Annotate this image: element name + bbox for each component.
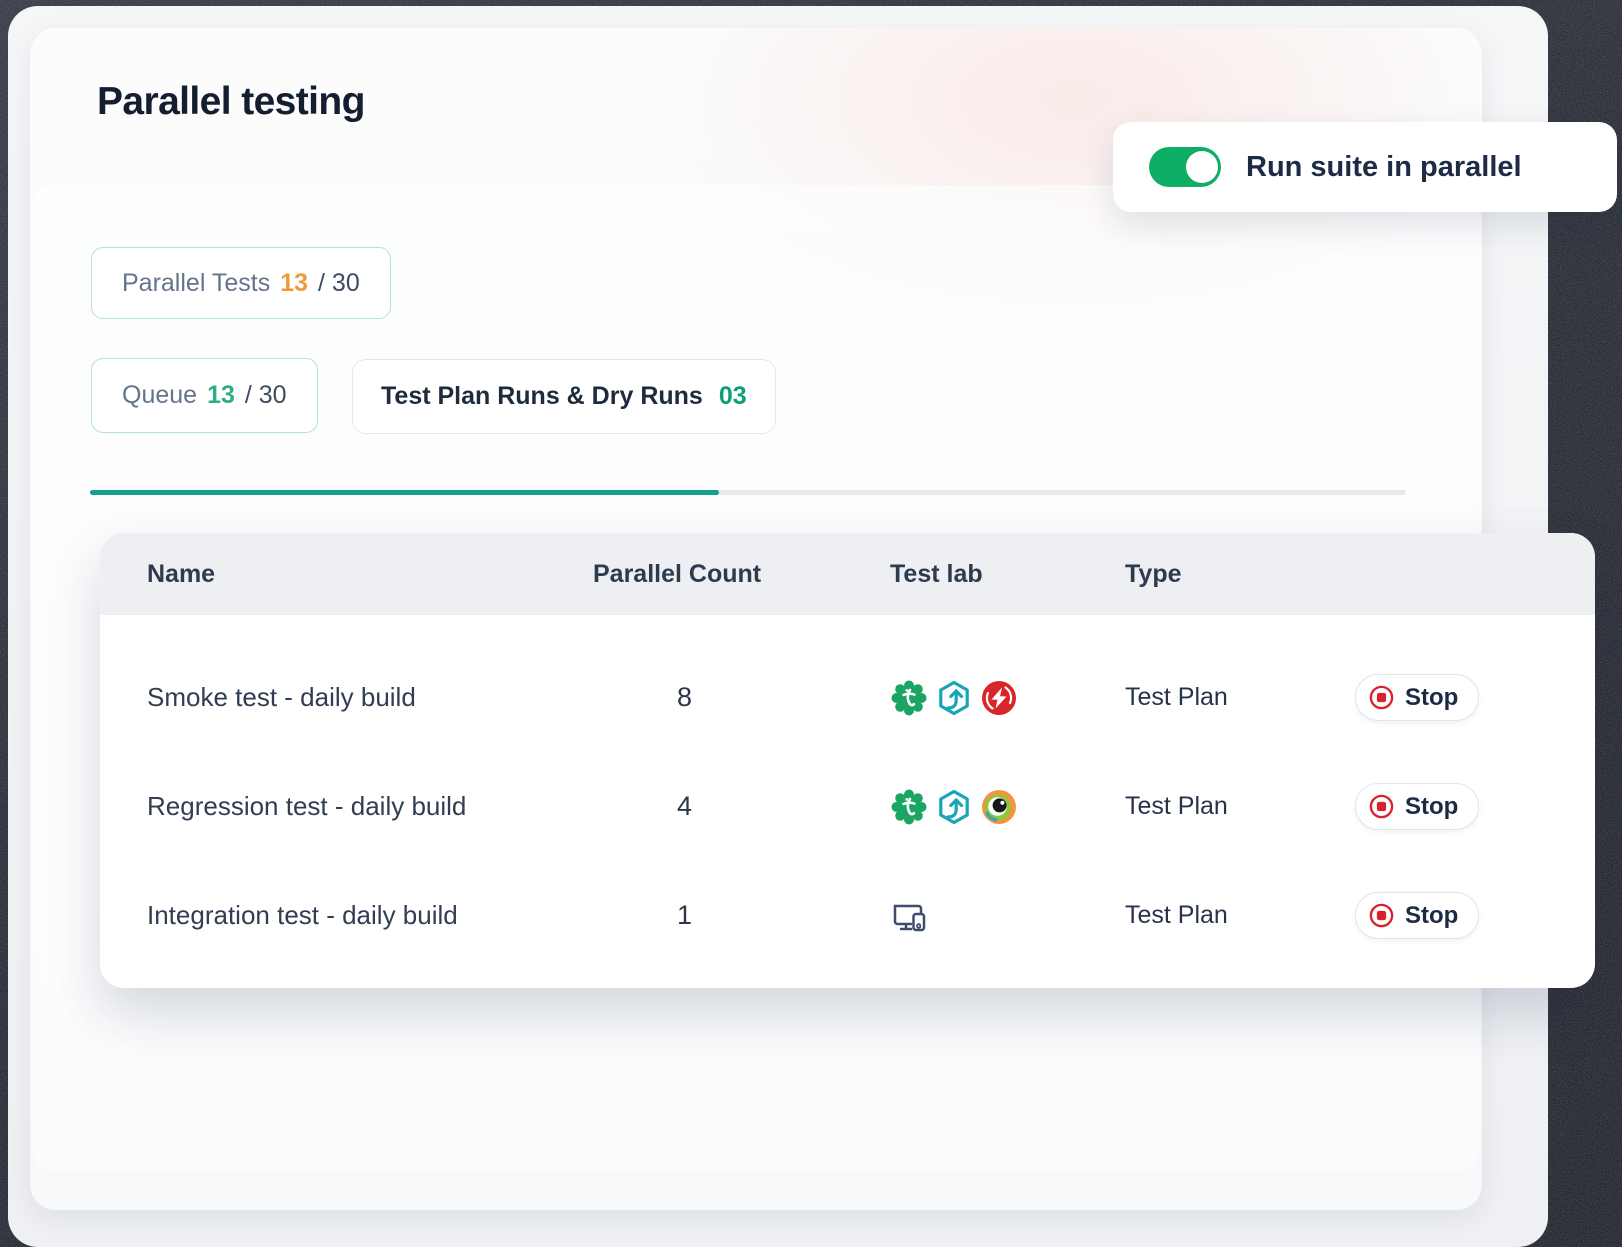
column-header-type: Type bbox=[1125, 560, 1355, 589]
page-title: Parallel testing bbox=[97, 80, 365, 124]
red-lightning-icon bbox=[980, 679, 1018, 717]
table-body: Smoke test - daily build 8 Test Plan Sto… bbox=[100, 615, 1595, 970]
test-name: Smoke test - daily build bbox=[147, 682, 593, 713]
column-header-test-lab: Test lab bbox=[890, 560, 1125, 589]
table-row: Regression test - daily build 4 Test Pla… bbox=[147, 752, 1548, 861]
stop-button[interactable]: Stop bbox=[1355, 674, 1479, 721]
testsigma-gear-icon bbox=[890, 788, 928, 826]
stop-icon bbox=[1368, 902, 1395, 929]
parallel-tests-badge: Parallel Tests 13 / 30 bbox=[91, 247, 391, 319]
queue-badge: Queue 13 / 30 bbox=[91, 358, 318, 433]
upgrade-box-icon bbox=[935, 788, 973, 826]
test-lab-icons bbox=[890, 788, 1125, 826]
parallel-count-value: 1 bbox=[593, 900, 776, 931]
badge-value: 13 bbox=[280, 269, 308, 298]
pill-count: 03 bbox=[719, 382, 747, 411]
badge-label: Parallel Tests bbox=[122, 269, 270, 298]
run-parallel-card: Run suite in parallel bbox=[1113, 122, 1617, 212]
toggle-label: Run suite in parallel bbox=[1246, 151, 1522, 184]
run-parallel-toggle[interactable] bbox=[1149, 147, 1221, 187]
browser-eye-icon bbox=[980, 788, 1018, 826]
test-name: Integration test - daily build bbox=[147, 900, 593, 931]
badge-total: / 30 bbox=[318, 269, 360, 298]
test-plan-runs-pill[interactable]: Test Plan Runs & Dry Runs 03 bbox=[352, 359, 776, 434]
testsigma-gear-icon bbox=[890, 679, 928, 717]
table-row: Integration test - daily build 1 Test Pl… bbox=[147, 861, 1548, 970]
stop-label: Stop bbox=[1405, 684, 1458, 712]
badge-value: 13 bbox=[207, 381, 235, 410]
progress-filled bbox=[90, 490, 719, 495]
table-row: Smoke test - daily build 8 Test Plan Sto… bbox=[147, 643, 1548, 752]
parallel-count-value: 8 bbox=[593, 682, 776, 713]
pill-label: Test Plan Runs & Dry Runs bbox=[381, 382, 703, 411]
test-lab-icons bbox=[890, 897, 1125, 935]
test-type: Test Plan bbox=[1125, 683, 1355, 712]
tab-progress-track bbox=[90, 490, 1406, 495]
stop-icon bbox=[1368, 684, 1395, 711]
stop-label: Stop bbox=[1405, 793, 1458, 821]
test-type: Test Plan bbox=[1125, 901, 1355, 930]
test-lab-icons bbox=[890, 679, 1125, 717]
upgrade-box-icon bbox=[935, 679, 973, 717]
devices-icon bbox=[890, 897, 928, 935]
stop-label: Stop bbox=[1405, 902, 1458, 930]
badge-total: / 30 bbox=[245, 381, 287, 410]
column-header-name: Name bbox=[147, 560, 593, 589]
test-name: Regression test - daily build bbox=[147, 791, 593, 822]
stop-button[interactable]: Stop bbox=[1355, 783, 1479, 830]
test-type: Test Plan bbox=[1125, 792, 1355, 821]
stop-icon bbox=[1368, 793, 1395, 820]
column-header-parallel-count: Parallel Count bbox=[593, 560, 890, 589]
stop-button[interactable]: Stop bbox=[1355, 892, 1479, 939]
parallel-tests-table: Name Parallel Count Test lab Type Smoke … bbox=[100, 533, 1595, 988]
table-header: Name Parallel Count Test lab Type bbox=[100, 533, 1595, 615]
badge-label: Queue bbox=[122, 381, 197, 410]
parallel-count-value: 4 bbox=[593, 791, 776, 822]
toggle-knob bbox=[1186, 151, 1218, 183]
